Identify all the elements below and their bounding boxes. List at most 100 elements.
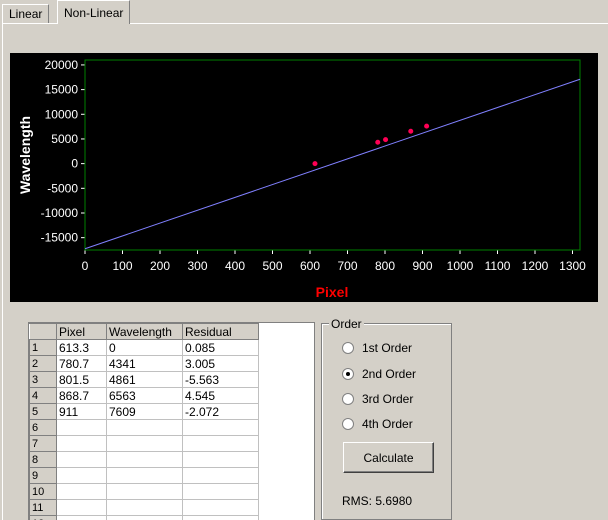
y-tick-label: -15000 [41, 231, 79, 245]
row-number[interactable]: 2 [29, 355, 57, 372]
row-number[interactable]: 9 [29, 467, 57, 484]
table-cell[interactable] [56, 483, 107, 500]
table-cell[interactable] [182, 499, 259, 516]
table-cell[interactable]: 613.3 [56, 339, 107, 356]
table-cell[interactable]: 4341 [106, 355, 183, 372]
table-row[interactable]: 12 [29, 515, 259, 520]
table-cell[interactable]: 0.085 [182, 339, 259, 356]
table-cell[interactable] [106, 499, 183, 516]
table-row[interactable]: 2 780.7 4341 3.005 [29, 355, 259, 372]
table-cell[interactable] [106, 515, 183, 520]
data-point [424, 123, 430, 129]
x-tick-label: 700 [337, 259, 357, 273]
order-group: Order 1st Order 2nd Order 3rd Order 4th … [321, 317, 452, 520]
table-cell[interactable]: 7609 [106, 403, 183, 420]
row-number[interactable]: 4 [29, 387, 57, 404]
y-axis-label: Wavelength [17, 116, 33, 194]
y-tick-label: 20000 [45, 58, 79, 72]
table-cell[interactable] [182, 467, 259, 484]
table-row[interactable]: 8 [29, 451, 259, 468]
table-cell[interactable] [56, 499, 107, 516]
row-number[interactable]: 12 [29, 515, 57, 520]
table-cell[interactable]: 6563 [106, 387, 183, 404]
radio-dot-icon [342, 342, 354, 354]
residual-table[interactable]: Pixel Wavelength Residual 1 613.3 0 0.085 2 780… [28, 322, 315, 520]
calculate-button[interactable]: Calculate [343, 442, 434, 473]
y-tick-label: 5000 [51, 132, 78, 146]
table-cell[interactable] [106, 467, 183, 484]
corner-header[interactable] [29, 323, 57, 340]
table-row[interactable]: 11 [29, 499, 259, 516]
table-cell[interactable] [56, 467, 107, 484]
rms-readout: RMS: 5.6980 [342, 494, 413, 508]
row-number[interactable]: 1 [29, 339, 57, 356]
x-axis-label: Pixel [316, 284, 349, 300]
row-number[interactable]: 11 [29, 499, 57, 516]
row-number[interactable]: 8 [29, 451, 57, 468]
table-cell[interactable] [56, 419, 107, 436]
table-cell[interactable] [182, 451, 259, 468]
table-cell[interactable]: -2.072 [182, 403, 259, 420]
column-header[interactable]: Pixel [56, 323, 107, 340]
table-cell[interactable] [56, 451, 107, 468]
table-cell[interactable]: 4861 [106, 371, 183, 388]
x-tick-label: 0 [82, 259, 89, 273]
table-row[interactable]: 7 [29, 435, 259, 452]
column-header[interactable]: Wavelength [106, 323, 183, 340]
table-row[interactable]: 3 801.5 4861 -5.563 [29, 371, 259, 388]
table-row[interactable]: 5 911 7609 -2.072 [29, 403, 259, 420]
table-cell[interactable] [182, 515, 259, 520]
table-cell[interactable] [182, 435, 259, 452]
table-cell[interactable]: 780.7 [56, 355, 107, 372]
data-point [375, 139, 381, 145]
column-header[interactable]: Residual [182, 323, 259, 340]
x-tick-label: 300 [187, 259, 207, 273]
y-tick-label: 10000 [45, 107, 79, 121]
y-tick-label: -5000 [47, 181, 78, 195]
x-tick-label: 500 [262, 259, 282, 273]
data-point [408, 128, 414, 134]
radio-4th-order[interactable]: 4th Order [342, 417, 413, 431]
radio-dot-icon [342, 393, 354, 405]
tab-linear[interactable]: Linear [2, 4, 50, 23]
fit-line [84, 78, 581, 250]
data-point [383, 137, 389, 143]
tab-strip: Linear Non-Linear [0, 0, 608, 24]
table-cell[interactable] [106, 451, 183, 468]
table-row[interactable]: 1 613.3 0 0.085 [29, 339, 259, 356]
table-cell[interactable] [106, 483, 183, 500]
table-cell[interactable] [182, 483, 259, 500]
table-row[interactable]: 4 868.7 6563 4.545 [29, 387, 259, 404]
radio-2nd-order[interactable]: 2nd Order [342, 367, 416, 381]
row-number[interactable]: 3 [29, 371, 57, 388]
table-cell[interactable]: 3.005 [182, 355, 259, 372]
table-cell[interactable] [182, 419, 259, 436]
wavelength-chart: -15000 -10000 -5000 0 5000 10000 15000 20000 0 1… [10, 53, 598, 302]
row-number[interactable]: 7 [29, 435, 57, 452]
table-cell[interactable]: -5.563 [182, 371, 259, 388]
x-tick-label: 800 [375, 259, 395, 273]
table-cell[interactable] [56, 435, 107, 452]
x-tick-label: 100 [112, 259, 132, 273]
row-number[interactable]: 5 [29, 403, 57, 420]
radio-3rd-order[interactable]: 3rd Order [342, 392, 413, 406]
table-cell[interactable]: 4.545 [182, 387, 259, 404]
table-cell[interactable]: 0 [106, 339, 183, 356]
tab-non-linear[interactable]: Non-Linear [57, 0, 131, 24]
table-row[interactable]: 10 [29, 483, 259, 500]
y-tick-label: 0 [71, 157, 78, 171]
radio-1st-order[interactable]: 1st Order [342, 341, 412, 355]
row-number[interactable]: 10 [29, 483, 57, 500]
table-cell[interactable] [106, 435, 183, 452]
table-cell[interactable]: 868.7 [56, 387, 107, 404]
table-cell[interactable]: 801.5 [56, 371, 107, 388]
row-number[interactable]: 6 [29, 419, 57, 436]
x-tick-label: 1200 [522, 259, 549, 273]
table-cell[interactable] [106, 419, 183, 436]
x-tick-label: 400 [225, 259, 245, 273]
table-row[interactable]: 6 [29, 419, 259, 436]
table-cell[interactable] [56, 515, 107, 520]
table-cell[interactable]: 911 [56, 403, 107, 420]
order-legend: Order [329, 317, 364, 331]
table-row[interactable]: 9 [29, 467, 259, 484]
